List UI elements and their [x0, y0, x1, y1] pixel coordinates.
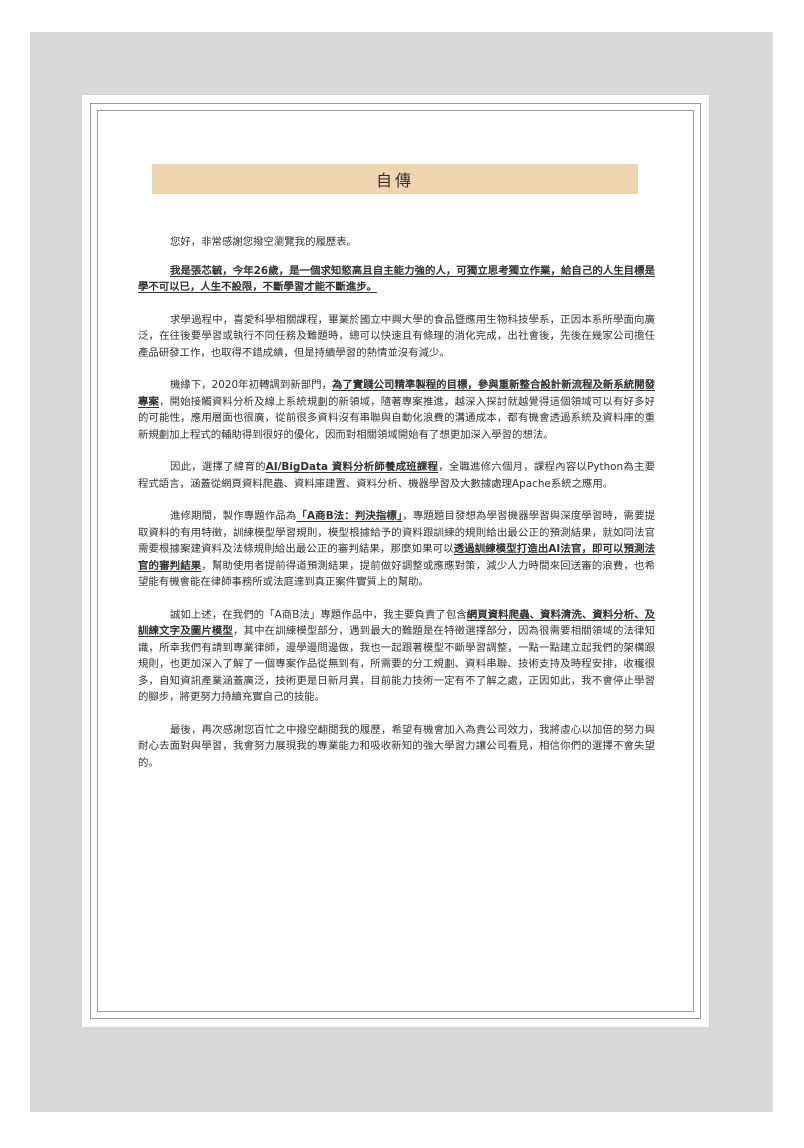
- project-text-e: ，幫助使用者提前得道預測結果，提前做好調整或應應對策，減少人力時間來回送審的浪費…: [138, 559, 655, 589]
- greeting-paragraph: 您好，非常感謝您撥空瀏覽我的履歷表。: [170, 236, 358, 248]
- closing-paragraph: 最後，再次感謝您百忙之中撥空翻閱我的履歷，希望有機會加入為貴公司效力，我將虛心以…: [138, 723, 655, 769]
- intro-paragraph: 我是張芯毓，今年26歲，是一個求知慾高且自主能力強的人，可獨立思考獨立作業，給自…: [138, 263, 655, 296]
- document-viewer-background: 自傳 您好，非常感謝您撥空瀏覽我的履歷表。 我是張芯毓，今年26歲，是一個求知慾…: [30, 32, 773, 1112]
- course-paragraph: 因此，選擇了緯育的AI/BigData 資料分析師養成班課程，全職進修六個月，課…: [138, 459, 655, 492]
- page-title: 自傳: [152, 164, 638, 194]
- resume-page: 自傳 您好，非常感謝您撥空瀏覽我的履歷表。 我是張芯毓，今年26歲，是一個求知慾…: [82, 95, 709, 1027]
- career-change-paragraph: 機緣下，2020年初轉調到新部門，為了實踐公司精準製程的目標，參與重新整合設計新…: [138, 377, 655, 443]
- project-name-highlight: 「A商B法：判決指標」: [296, 510, 403, 522]
- intro-text: 我是張芯毓，今年26歲，是一個求知慾高且自主能力強的人，可獨立思考獨立作業，給自…: [138, 264, 655, 294]
- career-text-c: ，開始接觸資料分析及線上系統規劃的新領域，隨著專案推進，越深入探討就越覺得這個領…: [138, 395, 655, 441]
- education-paragraph: 求學過程中，喜愛科學相關課程，畢業於國立中興大學的食品暨應用生物科技學系，正因本…: [138, 313, 655, 359]
- page-content: 自傳 您好，非常感謝您撥空瀏覽我的履歷表。 我是張芯毓，今年26歲，是一個求知慾…: [138, 164, 655, 771]
- course-highlight: AI/BigData 資料分析師養成班課程: [265, 461, 439, 473]
- course-text-a: 因此，選擇了緯育的: [170, 461, 266, 473]
- responsibility-text-a: 誠如上述，在我們的「A商B法」專題作品中，我主要負責了包含: [170, 608, 467, 621]
- project-text-a: 進修期間，製作專題作品為: [170, 510, 297, 522]
- project-paragraph: 進修期間，製作專題作品為「A商B法：判決指標」，專題題目發想為學習機器學習與深度…: [138, 508, 655, 591]
- responsibility-paragraph: 誠如上述，在我們的「A商B法」專題作品中，我主要負責了包含網頁資料爬蟲、資料清洗…: [138, 607, 655, 706]
- career-text-a: 機緣下，2020年初轉調到新部門，: [170, 379, 332, 391]
